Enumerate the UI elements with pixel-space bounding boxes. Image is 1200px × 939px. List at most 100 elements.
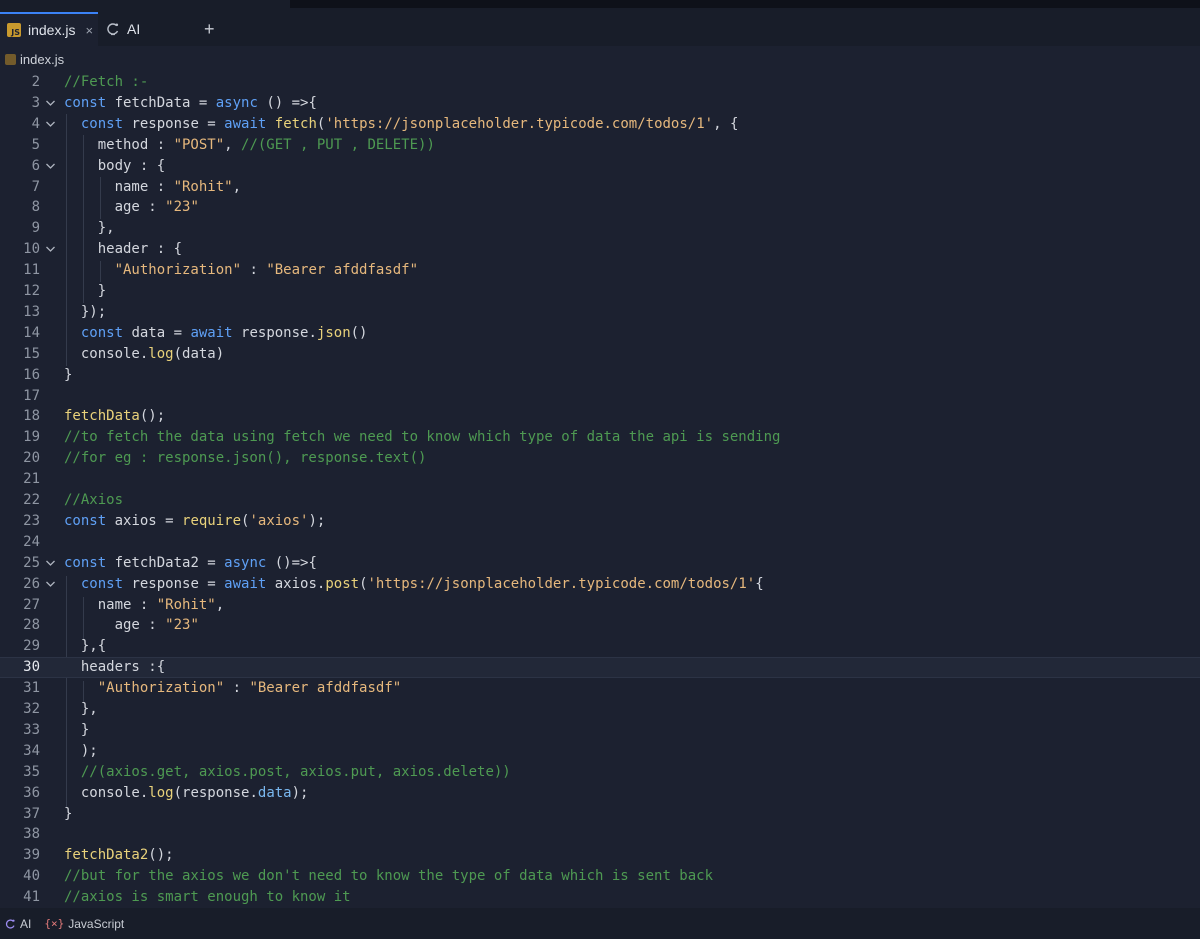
- code-line[interactable]: 4 const response = await fetch('https://…: [0, 114, 1200, 135]
- code-line[interactable]: 8 age : "23": [0, 197, 1200, 218]
- code-line[interactable]: 2 //Fetch :-: [0, 72, 1200, 93]
- code-token: , {: [713, 115, 739, 132]
- code-line[interactable]: 29 },{: [0, 636, 1200, 657]
- code-text: console.log(response.data);: [64, 783, 309, 804]
- code-line[interactable]: 5 method : "POST", //(GET , PUT , DELETE…: [0, 135, 1200, 156]
- code-line[interactable]: 25 const fetchData2 = async ()=>{: [0, 553, 1200, 574]
- tab-ai[interactable]: AI: [106, 12, 198, 46]
- code-line[interactable]: 39 fetchData2();: [0, 845, 1200, 866]
- code-line[interactable]: 27 name : "Rohit",: [0, 595, 1200, 616]
- code-line[interactable]: 33 }: [0, 720, 1200, 741]
- code-line[interactable]: 19 //to fetch the data using fetch we nee…: [0, 427, 1200, 448]
- code-line[interactable]: 17: [0, 386, 1200, 407]
- code-token: ,: [232, 178, 242, 195]
- code-line[interactable]: 13 });: [0, 302, 1200, 323]
- code-text: method : "POST", //(GET , PUT , DELETE)): [64, 135, 435, 156]
- code-text: //(axios.get, axios.post, axios.put, axi…: [64, 762, 511, 783]
- code-token: //Fetch :-: [64, 74, 149, 90]
- ai-icon: [5, 918, 16, 930]
- code-line[interactable]: 10 header : {: [0, 239, 1200, 260]
- code-token: "Authorization": [97, 680, 225, 697]
- code-token: (data): [173, 345, 225, 362]
- code-line[interactable]: 24: [0, 532, 1200, 553]
- line-number: 34: [23, 742, 40, 759]
- code-text: "Authorization" : "Bearer afddfasdf": [64, 260, 418, 281]
- tab-index-js[interactable]: JS index.js ×: [0, 12, 98, 46]
- code-line[interactable]: 26 const response = await axios.post('ht…: [0, 574, 1200, 595]
- code-line[interactable]: 37}: [0, 804, 1200, 825]
- code-line[interactable]: 9 },: [0, 218, 1200, 239]
- code-line[interactable]: 38: [0, 824, 1200, 845]
- code-token: age :: [64, 199, 166, 216]
- js-file-icon: JS: [7, 23, 21, 37]
- line-number: 35: [23, 763, 40, 780]
- code-line[interactable]: 7 name : "Rohit",: [0, 177, 1200, 198]
- code-line[interactable]: 41 //axios is smart enough to know it: [0, 887, 1200, 908]
- code-line[interactable]: 23 const axios = require('axios');: [0, 511, 1200, 532]
- line-number: 4: [31, 115, 40, 132]
- code-text: });: [64, 302, 106, 323]
- code-text: fetchData2();: [64, 845, 174, 866]
- code-text: );: [64, 741, 98, 762]
- code-text: //Fetch :-: [64, 72, 148, 93]
- line-number: 19: [23, 429, 40, 446]
- code-line[interactable]: 6 body : {: [0, 156, 1200, 177]
- code-token: method :: [64, 136, 174, 153]
- line-number: 31: [23, 680, 40, 697]
- code-token: axios =: [106, 512, 183, 529]
- variable-icon: {×}: [44, 917, 65, 930]
- code-line[interactable]: 22 //Axios: [0, 490, 1200, 511]
- code-text: //but for the axios we don't need to kno…: [64, 866, 713, 887]
- line-number: 18: [23, 408, 40, 425]
- code-line[interactable]: 21: [0, 469, 1200, 490]
- code-line[interactable]: 34 );: [0, 741, 1200, 762]
- code-text: age : "23": [64, 615, 199, 636]
- code-token: }: [64, 366, 73, 383]
- code-token: header : {: [64, 241, 183, 258]
- new-tab-button[interactable]: +: [204, 19, 215, 40]
- code-line[interactable]: 30 headers :{: [0, 657, 1200, 679]
- line-number: 38: [23, 826, 40, 843]
- line-number: 24: [23, 533, 40, 550]
- code-text: name : "Rohit",: [64, 595, 224, 616]
- code-token: });: [64, 303, 107, 320]
- line-number: 12: [23, 283, 40, 299]
- status-language[interactable]: {×} JavaScript: [44, 917, 124, 931]
- code-line[interactable]: 3 const fetchData = async () =>{: [0, 93, 1200, 114]
- code-line[interactable]: 36 console.log(response.data);: [0, 783, 1200, 804]
- code-token: "Bearer afddfasdf": [249, 680, 402, 697]
- code-token: //for eg : response.json(), response.tex…: [64, 450, 427, 467]
- line-number: 25: [23, 554, 40, 571]
- code-token: }: [64, 721, 90, 738]
- code-line[interactable]: 18 fetchData();: [0, 406, 1200, 427]
- line-number: 28: [23, 617, 40, 634]
- code-token: },: [64, 220, 115, 237]
- line-number: 2: [31, 74, 40, 90]
- code-token: "Rohit": [173, 178, 233, 195]
- code-line[interactable]: 16}: [0, 365, 1200, 386]
- code-token: //(GET , PUT , DELETE)): [241, 136, 435, 153]
- code-line[interactable]: 15 console.log(data): [0, 344, 1200, 365]
- code-token: 'https://jsonplaceholder.typicode.com/to…: [325, 115, 714, 132]
- code-line[interactable]: 31 "Authorization" : "Bearer afddfasdf": [0, 678, 1200, 699]
- status-ai[interactable]: AI: [5, 917, 31, 931]
- code-token: );: [64, 742, 98, 759]
- status-bar: AI {×} JavaScript: [0, 908, 1200, 939]
- code-line[interactable]: 11 "Authorization" : "Bearer afddfasdf": [0, 260, 1200, 281]
- code-line[interactable]: 20 //for eg : response.json(), response.t…: [0, 448, 1200, 469]
- code-line[interactable]: 12 }: [0, 281, 1200, 302]
- code-text: }: [64, 281, 106, 302]
- code-token: console.: [64, 345, 149, 362]
- code-line[interactable]: 14 const data = await response.json(): [0, 323, 1200, 344]
- code-text: name : "Rohit",: [64, 177, 241, 198]
- code-line[interactable]: 35 //(axios.get, axios.post, axios.put, …: [0, 762, 1200, 783]
- breadcrumb-file[interactable]: index.js: [20, 52, 64, 67]
- code-line[interactable]: 32 },: [0, 699, 1200, 720]
- code-line[interactable]: 28 age : "23": [0, 615, 1200, 636]
- code-line[interactable]: 40 //but for the axios we don't need to k…: [0, 866, 1200, 887]
- code-token: require: [182, 512, 242, 529]
- close-icon[interactable]: ×: [85, 23, 93, 38]
- code-editor[interactable]: 2 //Fetch :- 3 const fetchData = async () =…: [0, 72, 1200, 908]
